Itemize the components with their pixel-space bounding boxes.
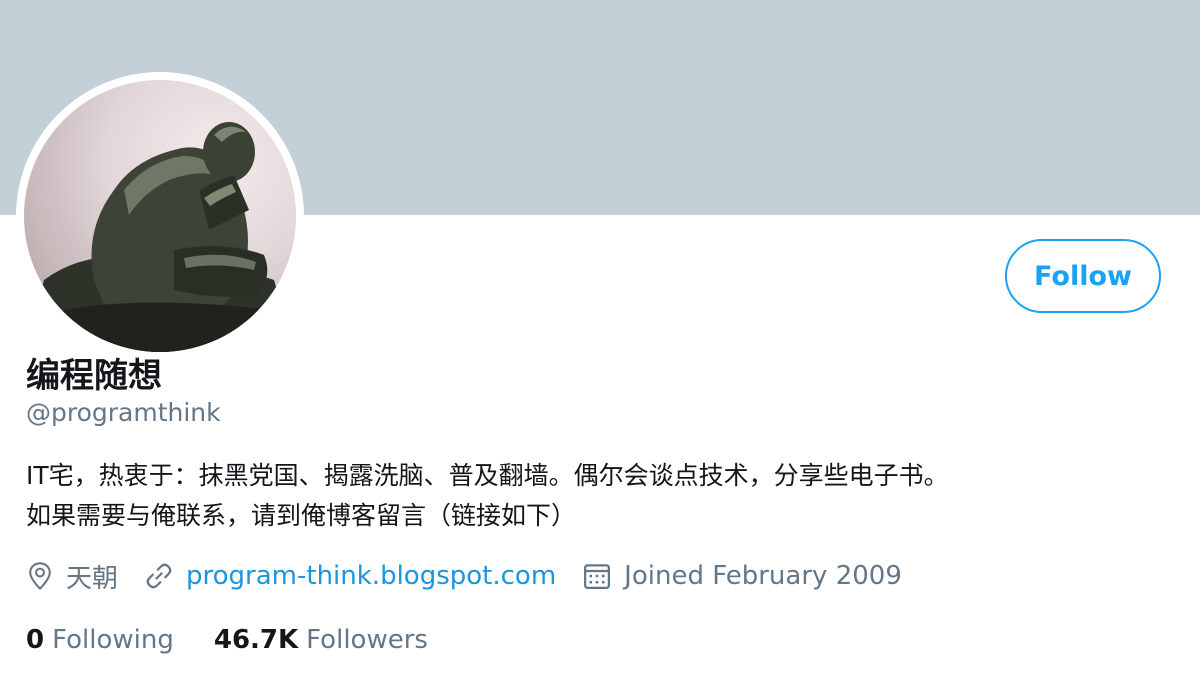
followers-count: 46.7K	[213, 625, 299, 655]
location-text: 天朝	[66, 563, 119, 594]
following-count: 0	[26, 625, 45, 655]
follow-button[interactable]: Follow	[1005, 239, 1161, 313]
followers-label: Followers	[306, 625, 428, 655]
thinker-statue-image	[24, 122, 296, 352]
profile-handle: @programthink	[26, 398, 221, 427]
followers-stat[interactable]: 46.7K Followers	[214, 625, 428, 655]
profile-meta: 天朝 program-think.blogspot.com Joined Feb…	[26, 556, 928, 596]
website-link[interactable]: program-think.blogspot.com	[186, 561, 556, 591]
joined-date: Joined February 2009	[624, 561, 902, 591]
avatar[interactable]	[24, 80, 296, 352]
profile-bio: IT宅，热衷于：抹黑党国、揭露洗脑、普及翻墙。偶尔会谈点技术，分享些电子书。 如…	[26, 456, 1176, 536]
bio-line-1: IT宅，热衷于：抹黑党国、揭露洗脑、普及翻墙。偶尔会谈点技术，分享些电子书。	[26, 461, 949, 490]
location-pin-icon	[29, 562, 51, 591]
location-item: 天朝	[26, 558, 118, 595]
following-stat[interactable]: 0 Following	[26, 625, 174, 655]
website-item[interactable]: program-think.blogspot.com	[144, 561, 556, 591]
display-name: 编程随想	[26, 356, 162, 396]
profile-stats: 0 Following 46.7K Followers	[26, 620, 468, 660]
calendar-icon	[584, 564, 611, 589]
following-label: Following	[52, 625, 174, 655]
bio-line-2: 如果需要与俺联系，请到俺博客留言（链接如下）	[26, 501, 577, 530]
joined-item: Joined February 2009	[582, 561, 902, 591]
link-icon	[146, 563, 172, 589]
